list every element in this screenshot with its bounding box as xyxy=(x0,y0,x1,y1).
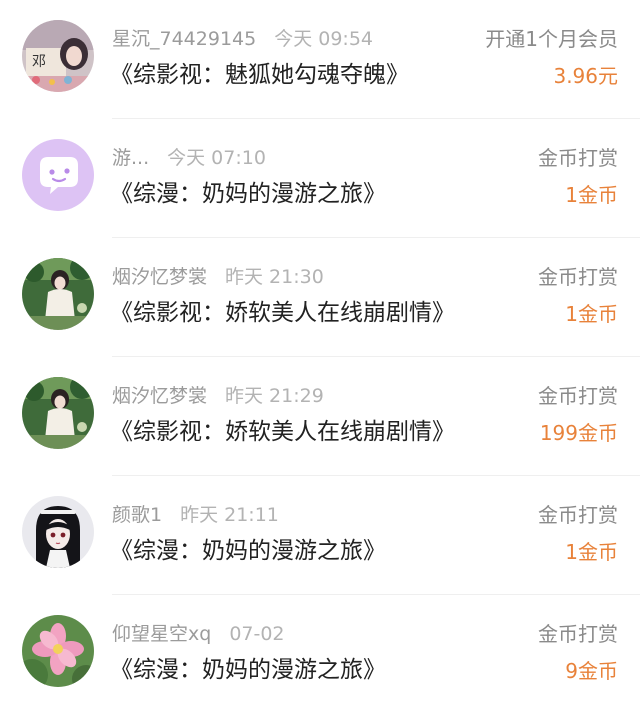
book-title[interactable]: 《综影视：娇软美人在线崩剧情》 xyxy=(110,296,455,330)
meta-line: 烟汐忆梦裳 昨天 21:30 xyxy=(112,264,324,290)
reward-type: 金币打赏 xyxy=(538,622,618,646)
avatar[interactable] xyxy=(22,258,94,330)
meta-line: 星沉_74429145 今天 09:54 xyxy=(112,26,373,52)
avatar[interactable] xyxy=(22,496,94,568)
meta-line: 仰望星空xq 07-02 xyxy=(112,621,285,647)
avatar[interactable] xyxy=(22,139,94,211)
reward-amount: 9金币 xyxy=(565,659,618,683)
username[interactable]: 仰望星空xq xyxy=(112,623,211,645)
anime-girl-avatar-icon xyxy=(22,496,94,568)
timestamp: 昨天 21:30 xyxy=(225,266,324,288)
meta-line: 烟汐忆梦裳 昨天 21:29 xyxy=(112,383,324,409)
book-title[interactable]: 《综影视：娇软美人在线崩剧情》 xyxy=(110,415,455,449)
avatar[interactable] xyxy=(22,377,94,449)
garden-photo-avatar-icon xyxy=(22,377,94,449)
list-item[interactable]: 颜歌1 昨天 21:11 《综漫：奶妈的漫游之旅》 金币打赏 1金币 xyxy=(0,476,640,595)
username[interactable]: 星沉_74429145 xyxy=(112,28,256,50)
reward-amount: 1金币 xyxy=(565,540,618,564)
book-title[interactable]: 《综漫：奶妈的漫游之旅》 xyxy=(110,534,386,568)
list-item[interactable]: 烟汐忆梦裳 昨天 21:29 《综影视：娇软美人在线崩剧情》 金币打赏 199金币 xyxy=(0,357,640,476)
list-item[interactable]: 游... 今天 07:10 《综漫：奶妈的漫游之旅》 金币打赏 1金币 xyxy=(0,119,640,238)
reward-amount: 199金币 xyxy=(539,421,618,445)
reward-amount: 1金币 xyxy=(565,183,618,207)
list-item[interactable]: 邓 星沉_74429145 今天 09:54 《综影视：魅狐她勾魂夺魄》 开通1个… xyxy=(0,0,640,119)
list-item[interactable]: 仰望星空xq 07-02 《综漫：奶妈的漫游之旅》 金币打赏 9金币 xyxy=(0,595,640,714)
username[interactable]: 烟汐忆梦裳 xyxy=(112,266,207,288)
timestamp: 07-02 xyxy=(229,623,285,645)
meta-line: 游... 今天 07:10 xyxy=(112,145,266,171)
username[interactable]: 游... xyxy=(112,147,149,169)
user-photo-avatar-icon: 邓 xyxy=(22,20,94,92)
pink-flower-avatar-icon xyxy=(22,615,94,687)
timestamp: 今天 09:54 xyxy=(274,28,374,50)
purple-chat-bubble-avatar-icon xyxy=(22,139,94,211)
avatar[interactable] xyxy=(22,615,94,687)
reward-type: 金币打赏 xyxy=(538,265,618,289)
avatar-text: 邓 xyxy=(32,54,46,70)
timestamp: 昨天 21:11 xyxy=(180,504,279,526)
reward-amount: 3.96元 xyxy=(553,64,618,88)
reward-type: 金币打赏 xyxy=(538,503,618,527)
avatar[interactable]: 邓 xyxy=(22,20,94,92)
timestamp: 今天 07:10 xyxy=(167,147,266,169)
book-title[interactable]: 《综漫：奶妈的漫游之旅》 xyxy=(110,653,386,687)
username[interactable]: 烟汐忆梦裳 xyxy=(112,385,207,407)
meta-line: 颜歌1 昨天 21:11 xyxy=(112,502,279,528)
book-title[interactable]: 《综影视：魅狐她勾魂夺魄》 xyxy=(110,58,409,92)
list-item[interactable]: 烟汐忆梦裳 昨天 21:30 《综影视：娇软美人在线崩剧情》 金币打赏 1金币 xyxy=(0,238,640,357)
username[interactable]: 颜歌1 xyxy=(112,504,162,526)
reward-type: 金币打赏 xyxy=(538,146,618,170)
reward-type: 开通1个月会员 xyxy=(485,27,618,51)
garden-photo-avatar-icon xyxy=(22,258,94,330)
book-title[interactable]: 《综漫：奶妈的漫游之旅》 xyxy=(110,177,386,211)
gift-record-list: 邓 星沉_74429145 今天 09:54 《综影视：魅狐她勾魂夺魄》 开通1个… xyxy=(0,0,640,721)
reward-amount: 1金币 xyxy=(565,302,618,326)
timestamp: 昨天 21:29 xyxy=(225,385,324,407)
reward-type: 金币打赏 xyxy=(538,384,618,408)
